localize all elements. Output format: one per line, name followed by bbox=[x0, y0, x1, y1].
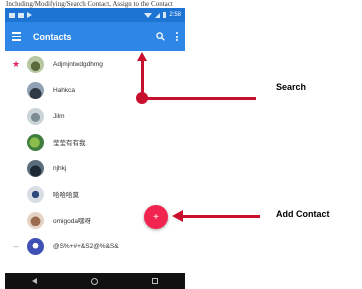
status-notifications bbox=[9, 12, 32, 18]
contact-avatar bbox=[27, 237, 44, 255]
contact-avatar bbox=[27, 81, 44, 99]
favorite-star-icon: ★ bbox=[11, 58, 21, 69]
contact-row[interactable]: 莹莹有有我 bbox=[5, 129, 185, 155]
add-contact-annotation-label: Add Contact bbox=[276, 209, 330, 219]
contact-name: @S%+#+&S2@%&S& bbox=[53, 242, 119, 250]
battery-icon bbox=[163, 12, 167, 18]
back-icon[interactable] bbox=[32, 278, 37, 284]
search-annotation-horizontal-line bbox=[146, 96, 256, 100]
contact-avatar bbox=[27, 107, 44, 125]
menu-icon[interactable] bbox=[5, 22, 27, 51]
app-bar: Contacts bbox=[5, 22, 185, 51]
play-store-notification-icon bbox=[27, 12, 32, 18]
add-contact-annotation-line bbox=[182, 214, 260, 218]
contact-avatar bbox=[27, 185, 44, 203]
contact-row[interactable]: njhkj bbox=[5, 155, 185, 181]
contact-name: Jilm bbox=[53, 112, 65, 120]
section-divider: – bbox=[13, 241, 19, 251]
image-notification-icon bbox=[9, 12, 15, 18]
contact-avatar bbox=[27, 55, 44, 73]
contact-name: 哈哈哈莫 bbox=[53, 192, 79, 199]
signal-icon bbox=[155, 12, 161, 18]
add-contact-button[interactable]: + bbox=[144, 205, 168, 229]
home-icon[interactable] bbox=[91, 277, 98, 285]
contact-avatar bbox=[27, 159, 44, 177]
contact-name: njhkj bbox=[53, 164, 67, 172]
recent-apps-icon[interactable] bbox=[152, 278, 158, 284]
contact-name: omigoda嘿呀 bbox=[53, 218, 91, 225]
search-icon[interactable] bbox=[151, 22, 169, 51]
contact-name: Hahkca bbox=[53, 86, 76, 94]
contact-row[interactable]: ★ Adjmjntwdgdhmg bbox=[5, 51, 185, 77]
wifi-icon bbox=[144, 12, 153, 18]
search-annotation-label: Search bbox=[276, 82, 307, 92]
status-system: 2:58 bbox=[144, 12, 181, 18]
contact-row[interactable]: 哈哈哈莫 bbox=[5, 181, 185, 207]
gallery-notification-icon bbox=[18, 12, 24, 18]
contact-name: 莹莹有有我 bbox=[53, 140, 86, 147]
navigation-bar bbox=[5, 273, 185, 289]
phone-screen: 2:58 Contacts ★ Adjmjntwdgdhmg Hahkca Ji… bbox=[5, 8, 185, 289]
contact-avatar bbox=[27, 211, 44, 229]
app-title: Contacts bbox=[33, 31, 72, 42]
status-time: 2:58 bbox=[169, 12, 181, 18]
contact-avatar bbox=[27, 133, 44, 151]
contact-row[interactable]: – @S%+#+&S2@%&S& bbox=[5, 233, 185, 259]
contact-row[interactable]: Jilm bbox=[5, 103, 185, 129]
status-bar: 2:58 bbox=[5, 8, 185, 22]
contact-name: Adjmjntwdgdhmg bbox=[53, 60, 103, 68]
more-options-icon[interactable] bbox=[169, 22, 185, 51]
